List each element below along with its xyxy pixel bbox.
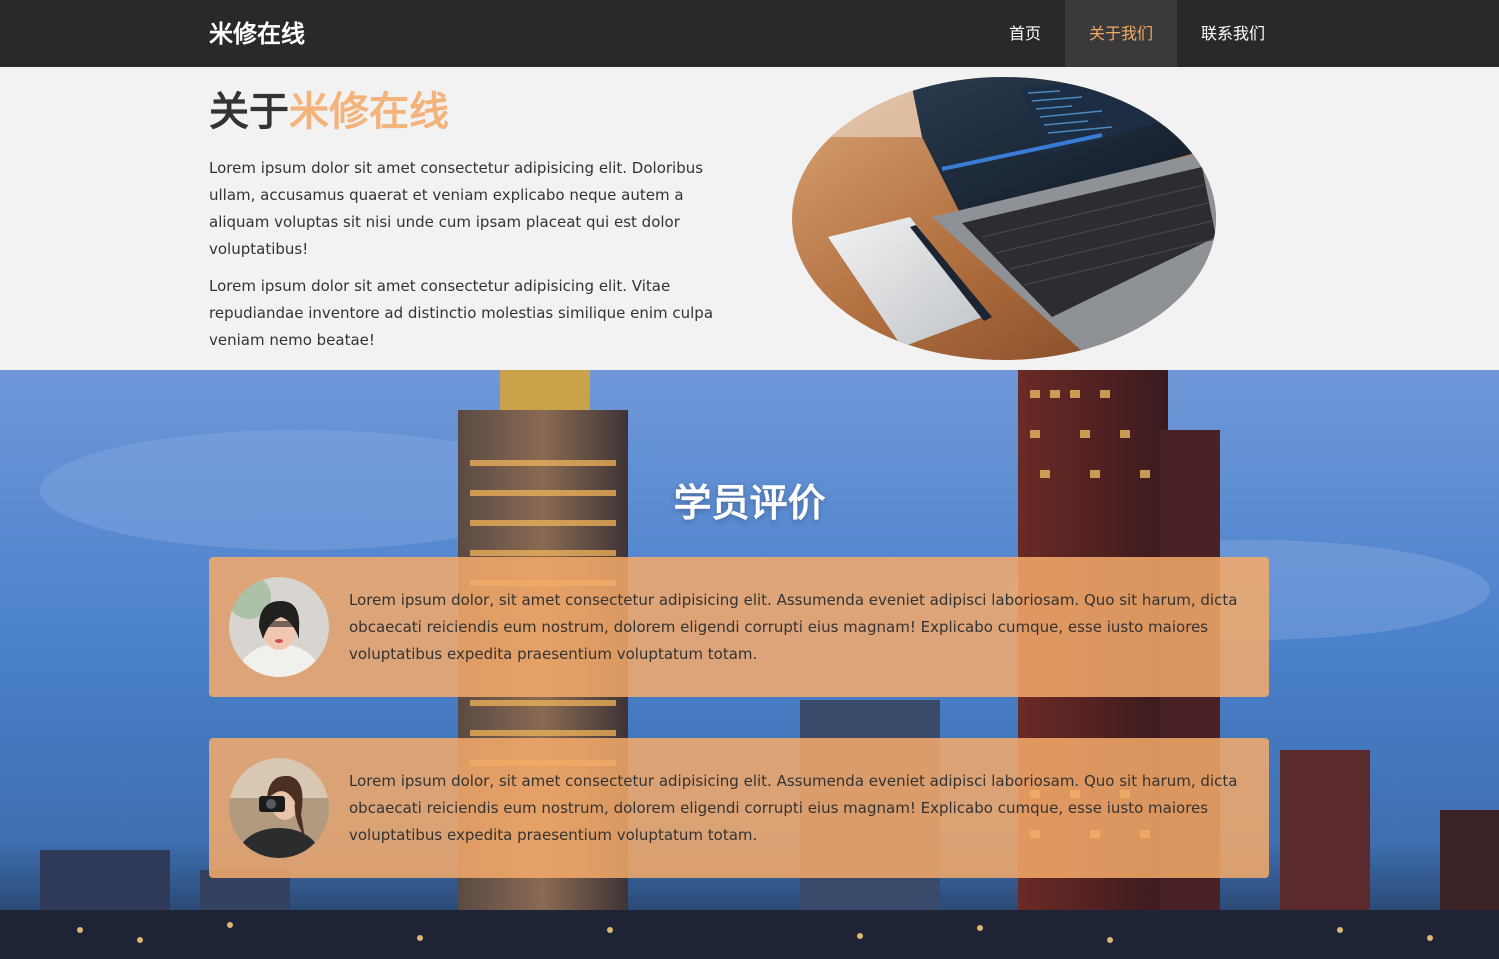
avatar bbox=[229, 758, 329, 858]
testimonials-section: 学员评价 Lorem ipsum dolor, sit amet consect… bbox=[0, 370, 1499, 959]
about-section: 关于米修在线 Lorem ipsum dolor sit amet consec… bbox=[0, 67, 1499, 370]
about-text: Lorem ipsum dolor sit amet consectetur a… bbox=[209, 155, 739, 364]
testimonial-card: Lorem ipsum dolor, sit amet consectetur … bbox=[209, 557, 1269, 697]
testimonial-text: Lorem ipsum dolor, sit amet consectetur … bbox=[349, 772, 1238, 844]
about-paragraph: Lorem ipsum dolor sit amet consectetur a… bbox=[209, 277, 714, 349]
brand-logo[interactable]: 米修在线 bbox=[209, 17, 305, 51]
testimonials-title: 学员评价 bbox=[673, 481, 826, 525]
about-paragraph: Lorem ipsum dolor sit amet consectetur a… bbox=[209, 159, 704, 258]
laptop-image bbox=[792, 77, 1216, 360]
navbar: 米修在线 首页 关于我们 联系我们 bbox=[0, 0, 1499, 67]
about-title-accent: 米修在线 bbox=[289, 89, 449, 135]
nav-menu: 首页 关于我们 联系我们 bbox=[985, 0, 1289, 67]
nav-item-contact[interactable]: 联系我们 bbox=[1177, 0, 1289, 67]
about-title: 关于米修在线 bbox=[209, 87, 449, 137]
testimonial-card: Lorem ipsum dolor, sit amet consectetur … bbox=[209, 738, 1269, 878]
nav-item-home[interactable]: 首页 bbox=[985, 0, 1065, 67]
testimonial-text: Lorem ipsum dolor, sit amet consectetur … bbox=[349, 591, 1238, 663]
about-title-prefix: 关于 bbox=[209, 89, 289, 135]
avatar bbox=[229, 577, 329, 677]
nav-item-about[interactable]: 关于我们 bbox=[1065, 0, 1178, 67]
